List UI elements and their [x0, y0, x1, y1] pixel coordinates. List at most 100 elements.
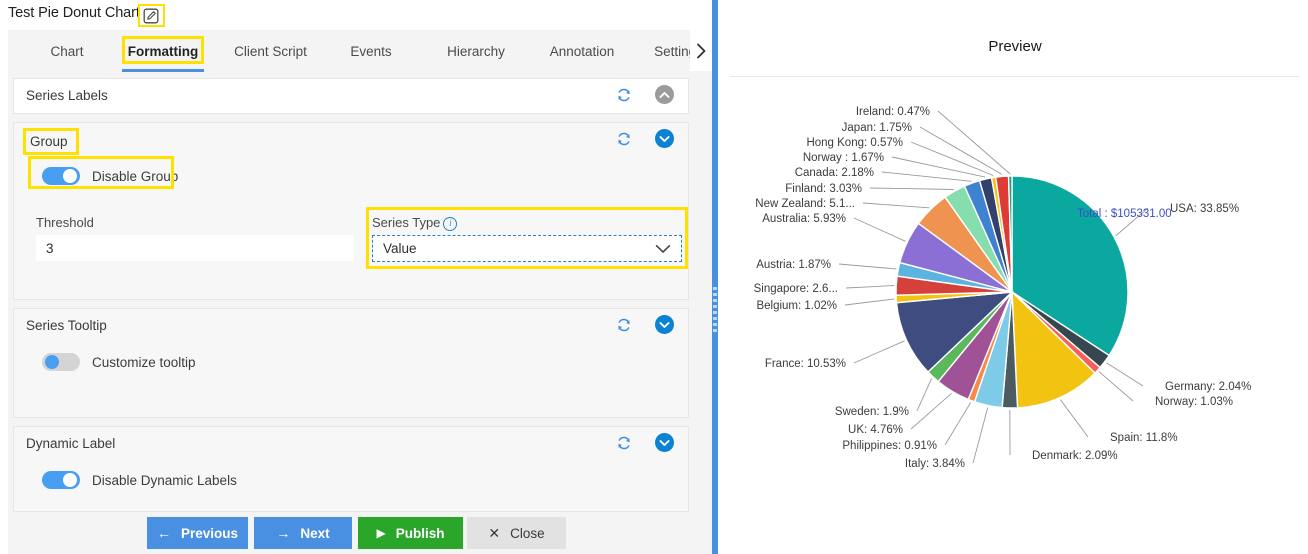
disable-dynamic-labels-row: Disable Dynamic Labels [42, 471, 237, 489]
tab-bar: Chart Formatting Client Script Events Hi… [8, 30, 712, 73]
pie-leader-line [869, 187, 954, 190]
pie-leader-line [853, 217, 906, 242]
tab-events[interactable]: Events [333, 30, 409, 72]
preview-divider [730, 76, 1300, 77]
threshold-input[interactable] [36, 235, 354, 261]
pencil-square-icon [143, 8, 159, 24]
pie-leader-line [838, 263, 897, 270]
pie-slice-label: New Zealand: 5.1... [755, 198, 855, 210]
tab-chart[interactable]: Chart [30, 30, 104, 72]
pie-center-total-label: Total : $105331.00 [1077, 208, 1172, 220]
arrow-left-icon: ← [156, 525, 171, 541]
panel-header: Series Tooltip [14, 309, 688, 343]
pie-slice-label: Philippines: 0.91% [842, 440, 937, 452]
pie-leader-line [944, 402, 972, 446]
edit-title-button[interactable] [138, 4, 165, 27]
tab-overflow-next-button[interactable] [690, 30, 712, 71]
series-type-label: Series Type i [372, 215, 458, 231]
pie-leader-line [916, 378, 933, 412]
splitter-grip-icon [713, 287, 717, 332]
pie-slice-label: Singapore: 2.6... [754, 283, 838, 295]
pie-slice-label: Australia: 5.93% [762, 213, 846, 225]
pie-leader-line [844, 298, 895, 306]
pie-slice-label: Finland: 3.03% [785, 183, 862, 195]
pie-slice-label: Ireland: 0.47% [856, 106, 930, 118]
formatting-panel: Series Labels Group Disable Group Thresh… [8, 72, 712, 512]
tab-label: Client Script [234, 43, 307, 59]
arrow-right-icon: → [276, 525, 291, 541]
chevron-down-icon [659, 321, 670, 328]
play-icon: ▶ [376, 526, 386, 540]
pie-slice-label: Hong Kong: 0.57% [806, 137, 903, 149]
close-button-label: Close [510, 525, 545, 541]
pie-chart: USA: 33.85% Germany: 2.04% Norway: 1.03% Sp… [754, 106, 1252, 470]
x-icon: ✕ [488, 524, 501, 541]
disable-dynamic-labels-toggle[interactable] [42, 471, 80, 489]
panel-collapse-toggle-series-tooltip[interactable] [655, 315, 674, 334]
chevron-down-icon [659, 135, 670, 142]
panel-collapse-toggle-dynamic-label[interactable] [655, 433, 674, 452]
panel-dynamic-label: Dynamic Label Disable Dynamic Labels [13, 426, 689, 512]
previous-button-label: Previous [180, 525, 239, 541]
refresh-icon[interactable] [616, 131, 632, 147]
pie-slice-label: Norway: 1.03% [1155, 396, 1233, 408]
panel-splitter[interactable] [712, 0, 718, 554]
publish-button[interactable]: ▶ Publish [358, 517, 463, 549]
panel-collapse-toggle-series-labels[interactable] [655, 85, 674, 104]
pie-slice-label: Canada: 2.18% [795, 167, 874, 179]
pie-leader-line [910, 392, 952, 430]
pie-slice-label: France: 10.53% [765, 358, 846, 370]
series-type-value: Value [383, 241, 417, 256]
preview-title: Preview [988, 38, 1042, 55]
panel-title: Series Tooltip [26, 318, 107, 333]
disable-dynamic-labels-label: Disable Dynamic Labels [92, 472, 237, 488]
tab-hierarchy[interactable]: Hierarchy [430, 30, 522, 72]
pie-leader-line [937, 110, 1011, 175]
pie-slice-label: Denmark: 2.09% [1032, 450, 1118, 462]
disable-group-label: Disable Group [92, 168, 179, 184]
next-button[interactable]: → Next [254, 517, 352, 549]
next-button-label: Next [300, 525, 330, 541]
panel-series-labels[interactable]: Series Labels [13, 78, 689, 114]
pie-slice-label: Norway : 1.67% [803, 152, 884, 164]
tab-label: Formatting [127, 43, 199, 59]
panel-group: Group Disable Group Threshold 3 Series T… [13, 122, 689, 300]
tab-label: Chart [50, 43, 84, 59]
pie-slice-label: Sweden: 1.9% [835, 406, 909, 418]
pie-leader-line [972, 407, 989, 464]
pie-slice-label: Italy: 3.84% [905, 458, 965, 470]
disable-group-toggle[interactable] [42, 167, 80, 185]
panel-header: Dynamic Label [14, 427, 688, 461]
previous-button[interactable]: ← Previous [147, 517, 248, 549]
tab-formatting[interactable]: Formatting [116, 30, 210, 72]
tab-client-script[interactable]: Client Script [218, 30, 323, 72]
panel-collapse-toggle-group[interactable] [655, 129, 674, 148]
pie-slice-label: UK: 4.76% [848, 424, 903, 436]
panel-header: Group [14, 123, 688, 157]
tab-label: Annotation [549, 43, 615, 59]
pie-leader-line [1060, 399, 1089, 438]
chevron-down-icon [659, 439, 670, 446]
info-icon[interactable]: i [443, 217, 458, 231]
refresh-icon[interactable] [616, 87, 632, 103]
pie-slice-label: USA: 33.85% [1170, 203, 1239, 215]
close-button[interactable]: ✕ Close [467, 517, 566, 549]
refresh-icon[interactable] [616, 435, 632, 451]
panel-series-tooltip: Series Tooltip Customize tooltip [13, 308, 689, 418]
customize-tooltip-row: Customize tooltip [42, 353, 196, 371]
tab-label: Hierarchy [447, 43, 505, 59]
customize-tooltip-toggle[interactable] [42, 353, 80, 371]
tab-annotation[interactable]: Annotation [533, 30, 631, 72]
pie-slice-label: Belgium: 1.02% [756, 300, 837, 312]
chart-editor-window: Test Pie Donut Chart ? ✕ Chart Formattin… [0, 0, 1308, 554]
pie-slice-label: Spain: 11.8% [1110, 432, 1178, 444]
disable-group-row: Disable Group [42, 167, 178, 185]
series-type-select[interactable]: Value [372, 235, 682, 262]
pie-slice-label: Austria: 1.87% [756, 259, 831, 271]
pie-leader-line [881, 171, 972, 182]
customize-tooltip-label: Customize tooltip [92, 354, 196, 370]
threshold-label: Threshold [36, 215, 94, 230]
preview-pane: Preview USA: 33.85% Germany: 2.04% Norway:… [722, 0, 1308, 554]
refresh-icon[interactable] [616, 317, 632, 333]
series-type-label-text: Series Type [372, 215, 441, 230]
